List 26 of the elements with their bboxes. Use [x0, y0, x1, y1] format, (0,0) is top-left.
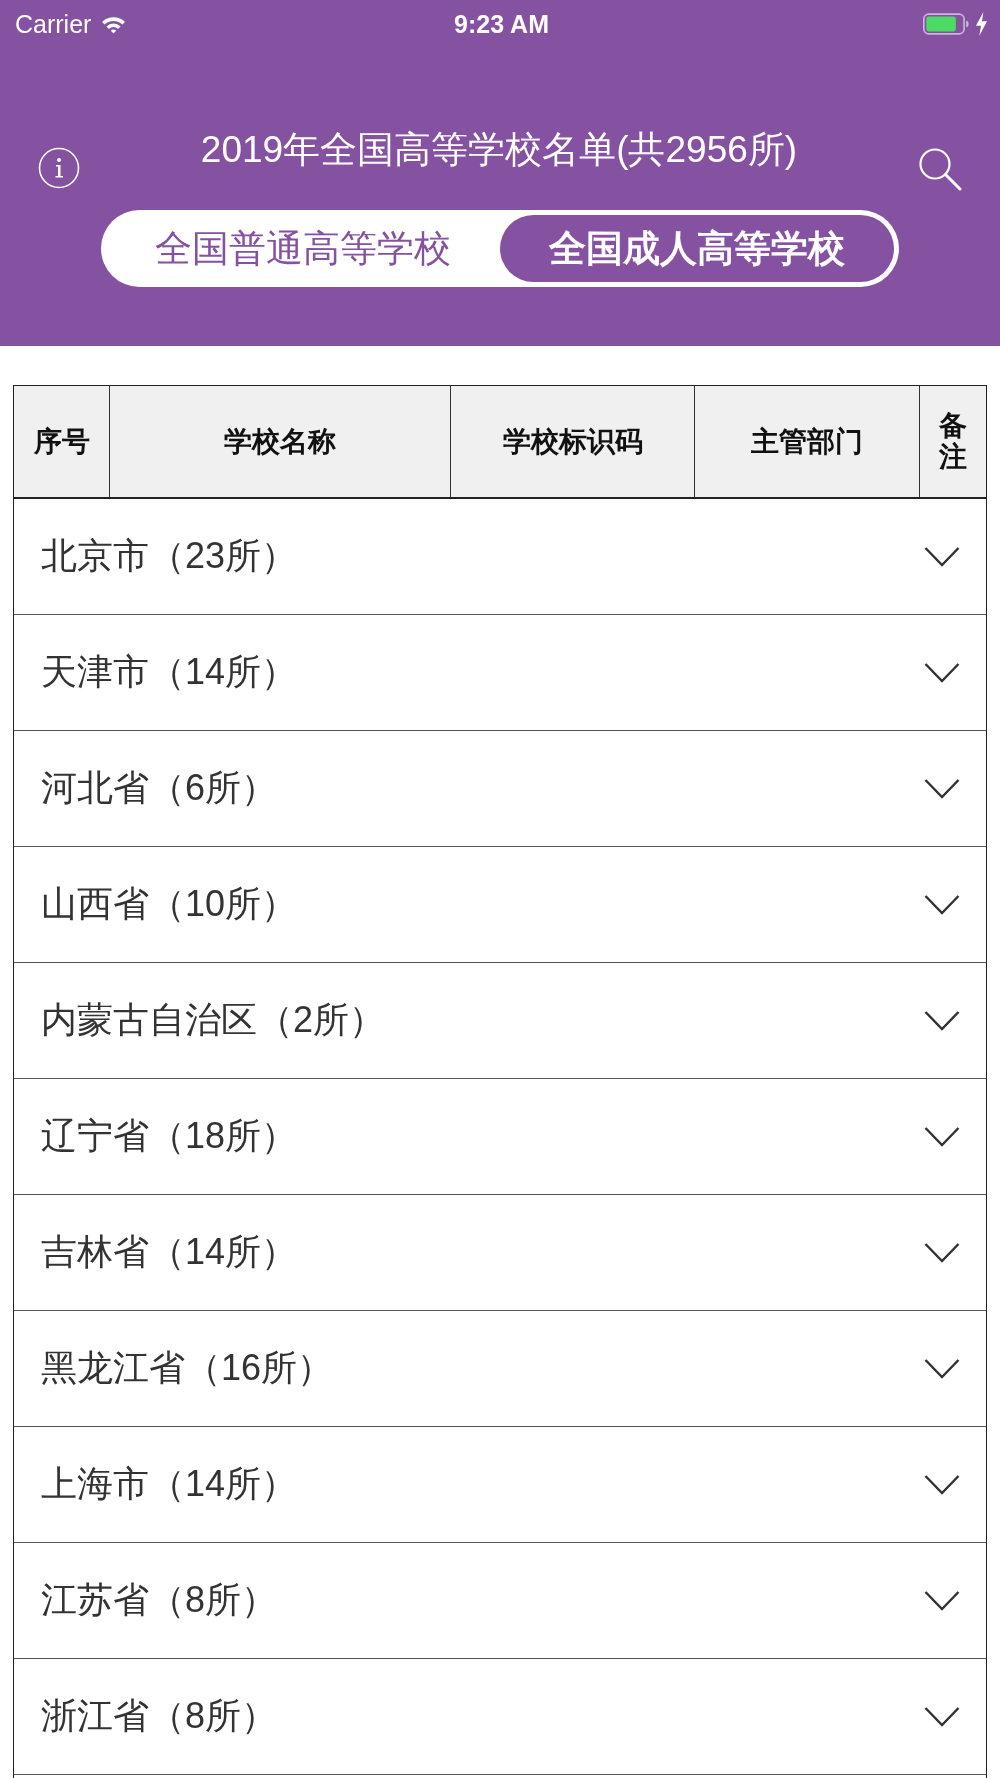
province-row[interactable]: 北京市（23所） [14, 499, 986, 615]
province-row[interactable]: 河北省（6所） [14, 731, 986, 847]
wifi-icon [101, 14, 127, 34]
page-title: 2019年全国高等学校名单(共2956所) [200, 128, 798, 172]
column-header: 学校名称 [110, 386, 451, 497]
column-header: 序号 [14, 386, 110, 497]
column-header: 学校标识码 [451, 386, 695, 497]
province-row[interactable]: 山西省（10所） [14, 847, 986, 963]
charging-bolt-icon [975, 12, 988, 36]
province-row[interactable]: 辽宁省（18所） [14, 1079, 986, 1195]
province-row[interactable]: 内蒙古自治区（2所） [14, 963, 986, 1079]
province-row[interactable]: 浙江省（8所） [14, 1659, 986, 1775]
province-row[interactable]: 天津市（14所） [14, 615, 986, 731]
province-row[interactable]: 上海市（14所） [14, 1427, 986, 1543]
segment-tab[interactable]: 全国成人高等学校 [500, 215, 894, 282]
info-icon[interactable] [38, 147, 80, 189]
province-row[interactable]: 吉林省（14所） [14, 1195, 986, 1311]
segment-tab[interactable]: 全国普通高等学校 [106, 215, 500, 282]
column-header: 备注 [920, 386, 986, 497]
status-time: 9:23 AM [454, 9, 549, 39]
battery-icon [923, 13, 969, 35]
province-row[interactable]: 江苏省（8所） [14, 1543, 986, 1659]
column-header: 主管部门 [695, 386, 920, 497]
carrier-name: Carrier [15, 9, 92, 39]
province-row[interactable]: 黑龙江省（16所） [14, 1311, 986, 1427]
search-icon[interactable] [918, 147, 962, 191]
